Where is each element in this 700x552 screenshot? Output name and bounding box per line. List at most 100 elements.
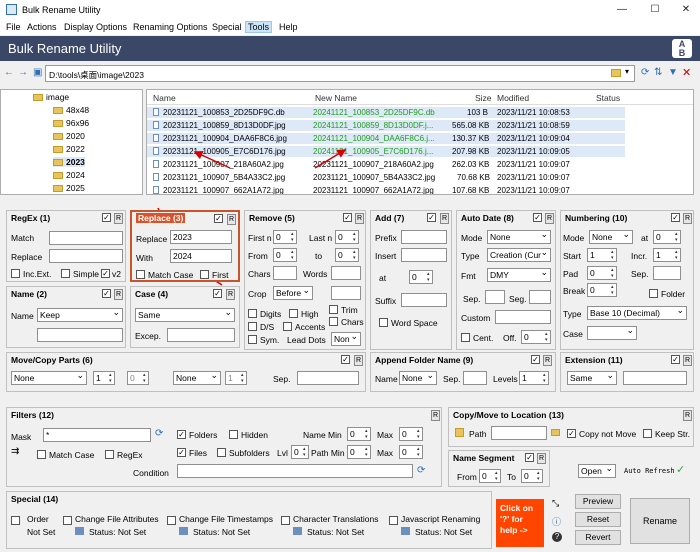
filters-reset-button[interactable]: R bbox=[431, 410, 440, 421]
lvl-spinner[interactable]: 0 bbox=[291, 445, 309, 459]
autorefresh-label[interactable]: Auto Refresh bbox=[624, 467, 675, 475]
lastn-spinner[interactable]: 0 bbox=[335, 230, 359, 244]
mask-input[interactable]: * bbox=[43, 428, 151, 442]
keepstr-checkbox[interactable] bbox=[643, 429, 652, 438]
preview-button[interactable]: Preview bbox=[575, 494, 621, 509]
remove-reset-button[interactable]: R bbox=[355, 213, 364, 224]
regex-incext-checkbox[interactable] bbox=[11, 269, 20, 278]
with-input[interactable]: 2024 bbox=[170, 249, 232, 263]
numbering-reset-button[interactable]: R bbox=[683, 213, 692, 224]
autodate-sep-input[interactable] bbox=[485, 290, 505, 304]
appendfolder-enable-checkbox[interactable]: ✓ bbox=[531, 355, 540, 364]
crop-dropdown[interactable]: Before bbox=[273, 286, 313, 300]
move-dropdown-1[interactable]: None bbox=[11, 371, 87, 385]
appendfolder-sep-input[interactable] bbox=[463, 371, 487, 385]
condition-refresh-icon[interactable]: ⟳ bbox=[417, 465, 425, 476]
numbering-start-spinner[interactable]: 1 bbox=[587, 248, 617, 262]
prefix-input[interactable] bbox=[401, 230, 447, 244]
numbering-at-spinner[interactable]: 0 bbox=[653, 230, 681, 244]
crop-input[interactable] bbox=[331, 286, 361, 300]
case-dropdown[interactable]: Same bbox=[135, 308, 235, 322]
mask-refresh-icon[interactable]: ⟳ bbox=[155, 428, 163, 439]
reset-button[interactable]: Reset bbox=[575, 512, 621, 527]
trim-checkbox[interactable] bbox=[329, 305, 338, 314]
digits-checkbox[interactable] bbox=[248, 309, 257, 318]
case-reset-button[interactable]: R bbox=[226, 289, 235, 300]
insert-input[interactable] bbox=[401, 248, 447, 262]
autodate-reset-button[interactable]: R bbox=[545, 213, 554, 224]
replace-reset-button[interactable]: R bbox=[227, 214, 236, 225]
numbering-pad-spinner[interactable]: 0 bbox=[587, 266, 617, 280]
leaddots-dropdown[interactable]: Non bbox=[331, 332, 361, 346]
numbering-sep-input[interactable] bbox=[653, 266, 681, 280]
numbering-type-dropdown[interactable]: Base 10 (Decimal) bbox=[587, 306, 687, 320]
add-enable-checkbox[interactable]: ✓ bbox=[427, 213, 436, 222]
numbering-case-dropdown[interactable] bbox=[587, 326, 637, 340]
namesegment-to-spinner[interactable]: 0 bbox=[521, 469, 543, 483]
appendfolder-reset-button[interactable]: R bbox=[543, 355, 552, 366]
sym-checkbox[interactable] bbox=[248, 335, 257, 344]
add-reset-button[interactable]: R bbox=[440, 213, 449, 224]
autodate-cent-checkbox[interactable] bbox=[461, 333, 470, 342]
move-sep-input[interactable] bbox=[297, 371, 359, 385]
folders-checkbox[interactable]: ✓ bbox=[177, 430, 186, 439]
numbering-enable-checkbox[interactable]: ✓ bbox=[671, 213, 680, 222]
replace-input[interactable]: 2023 bbox=[170, 230, 232, 244]
regex-reset-button[interactable]: R bbox=[114, 213, 123, 224]
max2-spinner[interactable]: 0 bbox=[399, 445, 423, 459]
special-attributes-checkbox[interactable] bbox=[63, 516, 72, 525]
regex-v2-checkbox[interactable]: ✓ bbox=[101, 269, 110, 278]
excep-input[interactable] bbox=[167, 328, 235, 342]
accents-checkbox[interactable] bbox=[283, 322, 292, 331]
hidden-checkbox[interactable] bbox=[229, 430, 238, 439]
regex-enable-checkbox[interactable]: ✓ bbox=[102, 213, 111, 222]
special-js-checkbox[interactable] bbox=[389, 516, 398, 525]
replace-matchcase-checkbox[interactable] bbox=[136, 270, 145, 279]
autodate-enable-checkbox[interactable]: ✓ bbox=[533, 213, 542, 222]
replace-enable-checkbox[interactable]: ✓ bbox=[214, 214, 223, 223]
remove-enable-checkbox[interactable]: ✓ bbox=[343, 213, 352, 222]
name-input[interactable] bbox=[37, 328, 123, 342]
ds-checkbox[interactable] bbox=[248, 322, 257, 331]
condition-input[interactable] bbox=[177, 464, 413, 478]
firstn-spinner[interactable]: 0 bbox=[273, 230, 297, 244]
extension-enable-checkbox[interactable]: ✓ bbox=[671, 355, 680, 364]
numbering-break-spinner[interactable]: 0 bbox=[587, 283, 617, 297]
namesegment-reset-button[interactable]: R bbox=[537, 453, 546, 464]
chars2-checkbox[interactable] bbox=[329, 317, 338, 326]
move-spinner-3[interactable]: 1 bbox=[225, 371, 247, 385]
appendfolder-levels-spinner[interactable]: 1 bbox=[519, 371, 549, 385]
files-checkbox[interactable]: ✓ bbox=[177, 448, 186, 457]
copymove-reset-button[interactable]: R bbox=[683, 410, 692, 421]
special-order-checkbox[interactable] bbox=[11, 516, 20, 525]
chars-input[interactable] bbox=[273, 266, 297, 280]
case-enable-checkbox[interactable]: ✓ bbox=[213, 289, 222, 298]
to-spinner[interactable]: 0 bbox=[335, 248, 359, 262]
autodate-off-spinner[interactable]: 0 bbox=[521, 330, 551, 344]
numbering-folder-checkbox[interactable] bbox=[649, 289, 658, 298]
appendfolder-name-dropdown[interactable]: None bbox=[399, 371, 437, 385]
special-timestamps-checkbox[interactable] bbox=[167, 516, 176, 525]
move-spinner-2[interactable]: 0 bbox=[127, 371, 149, 385]
replace-first-checkbox[interactable] bbox=[200, 270, 209, 279]
copynotmove-checkbox[interactable]: ✓ bbox=[567, 429, 576, 438]
words-input[interactable] bbox=[331, 266, 361, 280]
namemin-spinner[interactable]: 0 bbox=[347, 427, 371, 441]
filter-matchcase-checkbox[interactable] bbox=[37, 450, 46, 459]
move-spinner-1[interactable]: 1 bbox=[93, 371, 115, 385]
max-spinner[interactable]: 0 bbox=[399, 427, 423, 441]
move-dropdown-2[interactable]: None bbox=[173, 371, 221, 385]
autodate-type-dropdown[interactable]: Creation (Cur bbox=[487, 248, 551, 262]
filter-options-icon[interactable]: ⇉ bbox=[11, 446, 19, 457]
subfolders-checkbox[interactable] bbox=[217, 448, 226, 457]
extension-input[interactable] bbox=[623, 371, 687, 385]
numbering-mode-dropdown[interactable]: None bbox=[589, 230, 633, 244]
wordspace-checkbox[interactable] bbox=[379, 318, 388, 327]
help-icon[interactable]: ? bbox=[552, 532, 562, 542]
namesegment-enable-checkbox[interactable]: ✓ bbox=[525, 453, 534, 462]
high-checkbox[interactable] bbox=[289, 309, 298, 318]
namesegment-from-spinner[interactable]: 0 bbox=[479, 469, 501, 483]
rename-button[interactable]: Rename bbox=[630, 498, 690, 544]
name-reset-button[interactable]: R bbox=[114, 289, 123, 300]
resize-icon[interactable]: ⤡ bbox=[552, 498, 559, 509]
